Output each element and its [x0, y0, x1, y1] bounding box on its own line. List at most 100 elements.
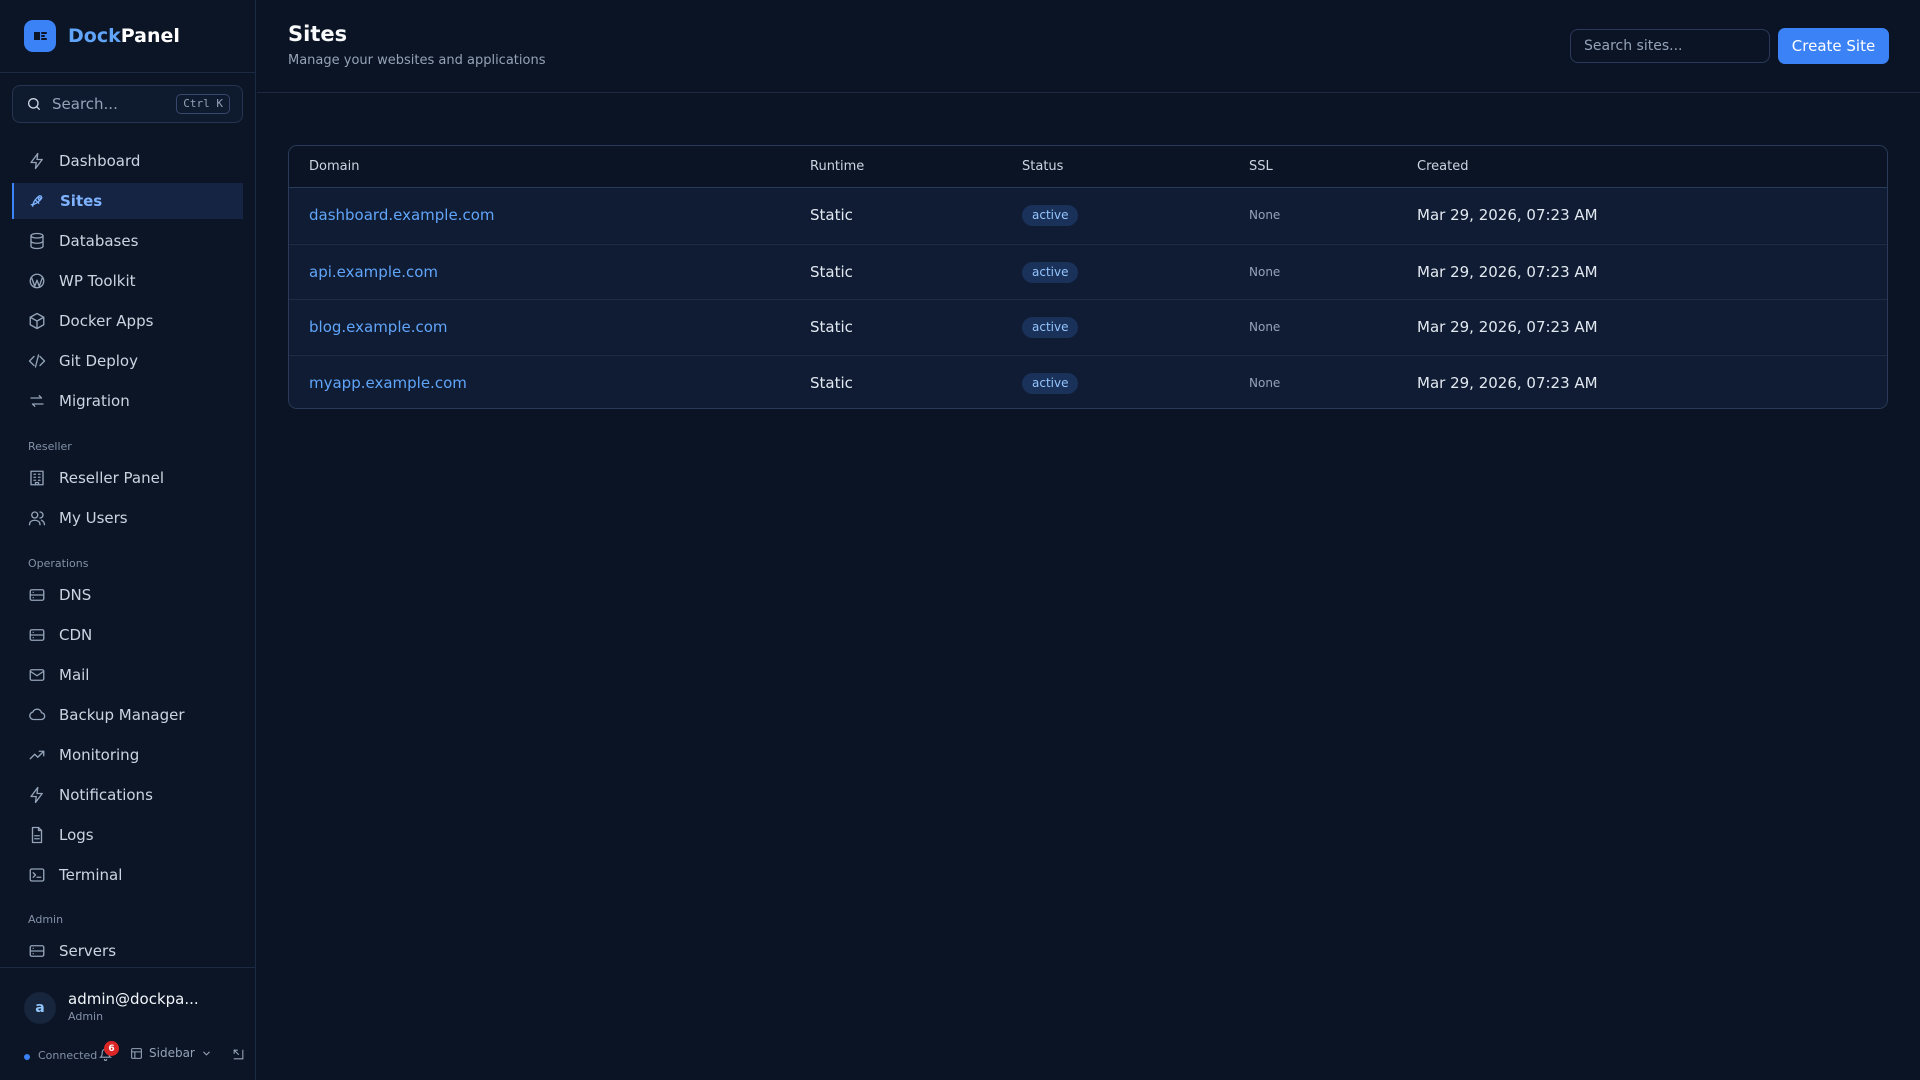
bolt-icon: [30, 786, 43, 804]
ssl-cell: None: [1249, 264, 1281, 279]
arrows-icon: [30, 395, 44, 407]
created-cell: Mar 29, 2026, 07:23 AM: [1417, 206, 1598, 224]
mail-icon: [29, 669, 45, 681]
sidebar-item-my-users[interactable]: My Users: [12, 500, 243, 536]
building-icon: [30, 470, 44, 486]
sidebar-item-dns[interactable]: DNS: [12, 577, 243, 613]
domain-link[interactable]: myapp.example.com: [309, 374, 467, 392]
search-sites-input[interactable]: [1570, 29, 1770, 63]
brand[interactable]: DockPanel: [0, 0, 255, 73]
sidebar-item-label: Docker Apps: [59, 312, 154, 330]
sidebar-item-label: DNS: [59, 586, 92, 604]
created-cell: Mar 29, 2026, 07:23 AM: [1417, 318, 1598, 336]
connection-status-dot: [24, 1054, 30, 1060]
layout-icon: [131, 1047, 142, 1059]
dockpanel-logo-icon: [24, 20, 56, 52]
ssl-cell: None: [1249, 320, 1281, 334]
section-label-reseller: Reseller: [28, 440, 72, 453]
server-icon: [29, 629, 45, 641]
file-icon: [31, 826, 43, 844]
user-email[interactable]: admin@dockpa...: [68, 990, 199, 1008]
column-header-status: Status: [1022, 159, 1064, 174]
runtime-cell: Static: [810, 373, 853, 392]
sidebar-mode-toggle[interactable]: Sidebar: [130, 1046, 212, 1060]
connection-status-label: Connected: [38, 1049, 98, 1062]
created-cell: Mar 29, 2026, 07:23 AM: [1417, 373, 1598, 392]
column-header-ssl: SSL: [1249, 159, 1273, 174]
user-role: Admin: [68, 1010, 104, 1023]
sidebar-item-label: Monitoring: [59, 746, 140, 764]
sidebar-item-cdn[interactable]: CDN: [12, 617, 243, 653]
table-row[interactable]: myapp.example.com Static active None Mar 29,…: [289, 354, 1887, 408]
sidebar-search-placeholder: Search...: [52, 95, 118, 113]
status-badge: active: [1022, 317, 1079, 338]
notification-count-badge: 6: [104, 1041, 119, 1056]
avatar[interactable]: a: [24, 992, 56, 1024]
collapse-sidebar-icon[interactable]: [232, 1048, 245, 1061]
database-icon: [30, 232, 44, 250]
sidebar-item-label: CDN: [59, 626, 93, 644]
sidebar-item-label: Backup Manager: [59, 706, 185, 724]
ssl-cell: None: [1249, 208, 1281, 222]
sidebar-item-label: Mail: [59, 666, 90, 684]
sidebar-item-terminal[interactable]: Terminal: [12, 857, 243, 893]
brand-name: DockPanel: [68, 25, 180, 47]
wordpress-icon: [29, 273, 45, 289]
page-title: Sites: [288, 22, 348, 46]
sidebar-item-label: Git Deploy: [59, 352, 138, 370]
sidebar-item-label: Notifications: [59, 786, 153, 804]
runtime-cell: Static: [810, 206, 853, 224]
server-icon: [29, 589, 45, 601]
sidebar-item-logs[interactable]: Logs: [12, 817, 243, 853]
column-header-runtime: Runtime: [810, 159, 865, 174]
status-badge: active: [1022, 372, 1079, 394]
domain-link[interactable]: api.example.com: [309, 263, 438, 281]
column-header-domain: Domain: [309, 159, 360, 174]
sidebar: DockPanel Search... Ctrl K Dashboard Site…: [0, 0, 256, 1080]
table-header: Domain Runtime Status SSL Created: [289, 146, 1887, 188]
sidebar-item-servers[interactable]: Servers: [12, 933, 243, 969]
sidebar-item-git-deploy[interactable]: Git Deploy: [12, 343, 243, 379]
sidebar-item-dashboard[interactable]: Dashboard: [12, 143, 243, 179]
runtime-cell: Static: [810, 318, 853, 336]
sidebar-item-mail[interactable]: Mail: [12, 657, 243, 693]
sidebar-item-label: Sites: [60, 192, 103, 210]
status-badge: active: [1022, 205, 1079, 226]
bolt-icon: [30, 152, 43, 170]
sidebar-item-label: WP Toolkit: [59, 272, 136, 290]
sidebar-item-monitoring[interactable]: Monitoring: [12, 737, 243, 773]
sidebar-item-label: Databases: [59, 232, 139, 250]
code-icon: [28, 354, 46, 368]
sidebar-search[interactable]: Search... Ctrl K: [12, 85, 243, 123]
sidebar-item-label: Terminal: [59, 866, 123, 884]
chevron-down-icon: [203, 1051, 210, 1056]
sidebar-item-label: Dashboard: [59, 152, 141, 170]
domain-link[interactable]: blog.example.com: [309, 318, 448, 336]
brand-name-part-1: Dock: [68, 25, 121, 47]
created-cell: Mar 29, 2026, 07:23 AM: [1417, 262, 1598, 281]
sites-table: Domain Runtime Status SSL Created dashbo…: [288, 145, 1888, 409]
table-row[interactable]: api.example.com Static active None Mar 29, 2…: [289, 243, 1887, 299]
sidebar-item-notifications[interactable]: Notifications: [12, 777, 243, 813]
users-icon: [28, 511, 46, 526]
terminal-icon: [29, 868, 45, 882]
sidebar-item-backup-manager[interactable]: Backup Manager: [12, 697, 243, 733]
sidebar-item-label: Logs: [59, 826, 94, 844]
table-row[interactable]: blog.example.com Static active None Mar 29, …: [289, 299, 1887, 354]
domain-link[interactable]: dashboard.example.com: [309, 206, 495, 224]
table-row[interactable]: dashboard.example.com Static active None Mar…: [289, 188, 1887, 243]
sidebar-mode-label: Sidebar: [149, 1046, 195, 1060]
keyboard-shortcut-hint: Ctrl K: [176, 94, 230, 114]
sidebar-item-databases[interactable]: Databases: [12, 223, 243, 259]
sidebar-item-label: Migration: [59, 392, 130, 410]
cloud-icon: [29, 708, 46, 721]
sidebar-item-wp-toolkit[interactable]: WP Toolkit: [12, 263, 243, 299]
status-badge: active: [1022, 261, 1079, 283]
section-label-admin: Admin: [28, 913, 64, 926]
sidebar-item-docker-apps[interactable]: Docker Apps: [12, 303, 243, 339]
sidebar-item-reseller-panel[interactable]: Reseller Panel: [12, 460, 243, 496]
sidebar-item-migration[interactable]: Migration: [12, 383, 243, 419]
sidebar-item-sites[interactable]: Sites: [12, 183, 243, 219]
create-site-button[interactable]: Create Site: [1778, 28, 1889, 64]
runtime-cell: Static: [810, 262, 853, 281]
